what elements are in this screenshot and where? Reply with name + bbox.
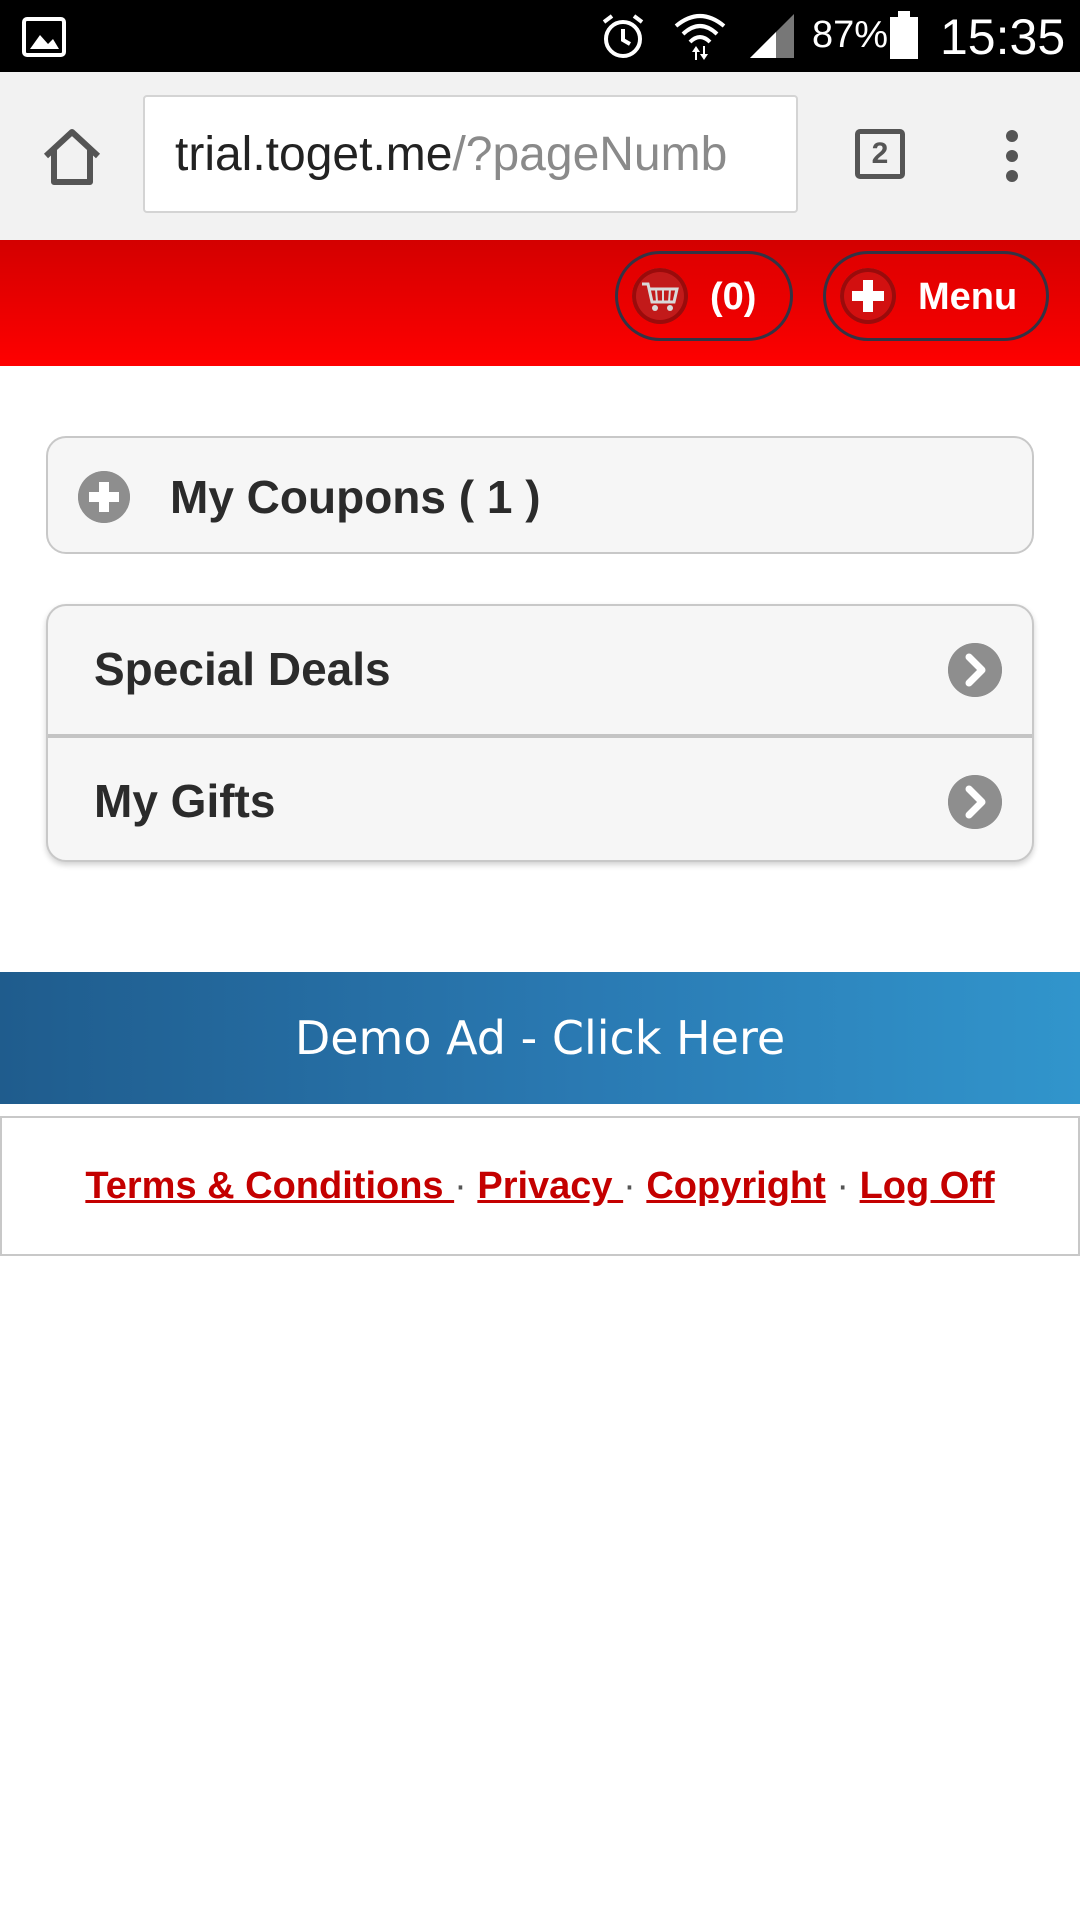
battery-percentage: 87%	[812, 14, 889, 56]
signal-icon	[750, 14, 794, 58]
clock: 15:35	[940, 9, 1066, 65]
cart-button[interactable]: (0)	[615, 251, 793, 341]
menu-label: Menu	[918, 276, 1018, 318]
alarm-icon	[602, 14, 644, 58]
url-host: trial.toget.me	[175, 128, 453, 181]
privacy-link[interactable]: Privacy	[477, 1165, 623, 1207]
expand-plus-icon	[78, 471, 130, 523]
log-off-link[interactable]: Log Off	[860, 1165, 995, 1207]
plus-icon	[840, 268, 896, 324]
my-gifts-label: My Gifts	[94, 775, 276, 827]
browser-toolbar: trial.toget.me/?pageNumb 2	[0, 72, 1080, 241]
separator: ·	[454, 1165, 467, 1207]
ad-banner-text: Demo Ad - Click Here	[294, 1011, 786, 1065]
battery-icon	[890, 11, 918, 59]
my-coupons-label: My Coupons ( 1 )	[170, 471, 541, 523]
cart-icon	[632, 268, 688, 324]
url-path: /?pageNumb	[452, 128, 728, 181]
cart-count: (0)	[710, 276, 757, 318]
separator: ·	[836, 1165, 850, 1207]
tab-count: 2	[871, 137, 889, 170]
tabs-icon[interactable]: 2	[855, 129, 905, 179]
copyright-link[interactable]: Copyright	[646, 1165, 825, 1207]
list-item-my-gifts[interactable]: My Gifts	[48, 738, 1032, 860]
separator: ·	[623, 1165, 636, 1207]
menu-button[interactable]: Menu	[823, 251, 1049, 341]
status-bar: 87% 15:35	[0, 0, 1080, 72]
chevron-right-icon	[948, 643, 1002, 697]
url-text: trial.toget.me/?pageNumb	[175, 127, 727, 183]
wifi-icon	[674, 14, 726, 60]
special-deals-label: Special Deals	[94, 643, 391, 695]
chevron-right-icon	[948, 775, 1002, 829]
ad-banner[interactable]: Demo Ad - Click Here	[0, 972, 1080, 1104]
terms-link[interactable]: Terms & Conditions	[85, 1165, 454, 1207]
footer: Terms & Conditions · Privacy · Copyright…	[0, 1116, 1080, 1256]
my-coupons-toggle[interactable]: My Coupons ( 1 )	[46, 436, 1034, 554]
home-icon[interactable]	[40, 124, 104, 188]
overflow-menu-icon[interactable]	[1000, 130, 1024, 186]
deals-list: Special Deals My Gifts	[46, 604, 1034, 862]
gallery-icon	[22, 17, 66, 57]
list-item-special-deals[interactable]: Special Deals	[48, 606, 1032, 738]
site-header: (0) Menu	[0, 240, 1080, 366]
footer-links: Terms & Conditions · Privacy · Copyright…	[2, 1118, 1078, 1210]
url-bar[interactable]: trial.toget.me/?pageNumb	[143, 95, 798, 213]
